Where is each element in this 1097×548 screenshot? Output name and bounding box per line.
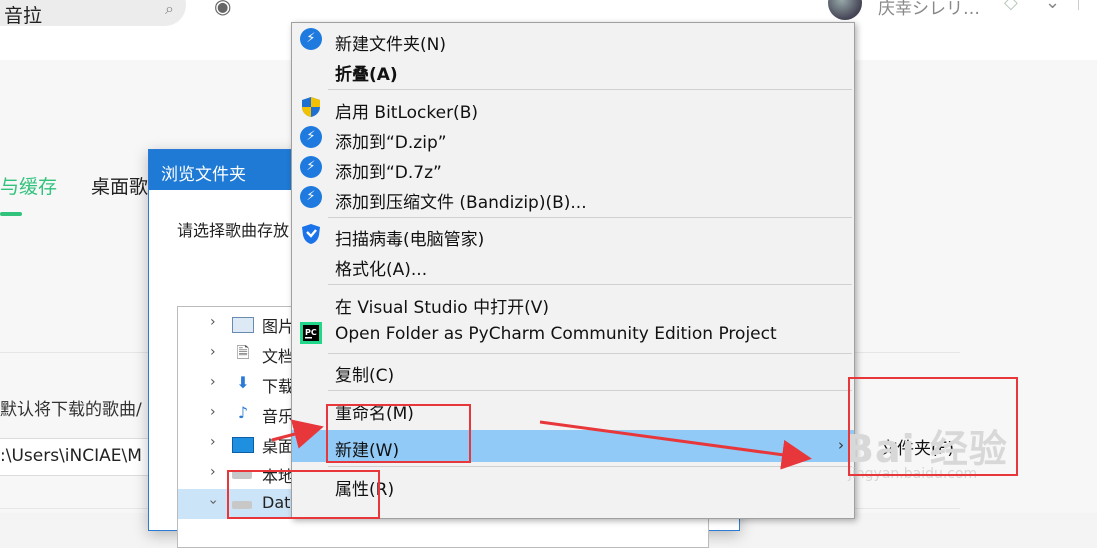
menu-separator [328,390,852,391]
search-icon[interactable]: ⌕ [165,0,174,19]
tencent-guard-icon [300,223,322,245]
tree-item-label: 文档 [262,347,295,366]
menu-item-format[interactable]: 格式化(A)... [292,250,854,280]
tab-indicator [0,212,22,216]
menu-separator [328,353,852,354]
menu-item-bitlocker[interactable]: 启用 BitLocker(B) [292,93,854,123]
download-hint-text: 默认将下载的歌曲/ [0,400,142,420]
chevron-right-icon[interactable]: › [210,464,216,480]
annotation-box-folder [848,377,1018,476]
menu-item-label: 添加到“D.7z” [335,163,442,183]
music-icon: ♪ [237,403,249,422]
tree-item-label: 音乐 [262,407,295,426]
menu-item-new-folder[interactable]: ⚡ 新建文件夹(N) [292,25,854,55]
download-icon: ⬇ [236,373,250,392]
menu-item-label: 启用 BitLocker(B) [335,103,478,123]
divider [1078,0,1079,10]
chevron-down-icon[interactable]: ⌄ [1045,0,1060,13]
menu-separator [328,284,852,285]
menu-item-add-7z[interactable]: ⚡ 添加到“D.7z” [292,153,854,183]
menu-separator [328,89,852,90]
menu-item-label: 格式化(A)... [335,260,428,280]
documents-icon: 🗎 [236,343,250,362]
menu-item-label: 添加到“D.zip” [335,133,447,153]
menu-item-label: Open Folder as PyCharm Community Edition… [335,324,777,344]
chevron-right-icon[interactable]: › [210,404,216,420]
download-path-value: :\Users\iNCIAE\M [0,446,142,466]
menu-item-add-archive[interactable]: ⚡ 添加到压缩文件 (Bandizip)(B)... [292,183,854,213]
tab-cache[interactable]: 与缓存 [0,172,57,199]
bandizip-icon: ⚡ [300,126,322,148]
tab-desktop-lyrics[interactable]: 桌面歌 [91,172,148,199]
menu-item-label: 在 Visual Studio 中打开(V) [335,298,550,318]
pictures-icon [232,317,254,333]
bandizip-icon: ⚡ [300,186,322,208]
location-pin-icon[interactable]: ◉ [214,0,231,18]
menu-item-label: 折叠(A) [335,65,398,85]
annotation-box-data-drive [227,470,380,519]
menu-item-label: 添加到压缩文件 (Bandizip)(B)... [335,193,587,213]
menu-item-add-zip[interactable]: ⚡ 添加到“D.zip” [292,123,854,153]
menu-item-copy[interactable]: 复制(C) [292,356,854,386]
chevron-right-icon[interactable]: › [210,434,216,450]
menu-separator [328,466,852,467]
menu-item-scan-virus[interactable]: 扫描病毒(电脑管家) [292,220,854,250]
menu-item-label: 新建文件夹(N) [335,35,446,55]
chevron-right-icon[interactable]: › [210,344,216,360]
tree-item-label: 桌面 [262,437,295,456]
menu-item-open-pycharm[interactable]: PC Open Folder as PyCharm Community Edit… [292,319,854,349]
desktop-icon [232,437,254,453]
chevron-right-icon: › [838,436,844,454]
dialog-title: 浏览文件夹 [161,165,246,185]
pycharm-icon: PC [300,322,322,344]
diamond-icon[interactable]: ◇ [1004,0,1018,13]
chevron-right-icon[interactable]: › [210,374,216,390]
dialog-prompt: 请选择歌曲存放 [177,221,290,240]
bandizip-icon: ⚡ [300,28,322,50]
menu-separator [328,217,852,218]
menu-item-collapse[interactable]: 折叠(A) [292,55,854,85]
menu-item-label: 扫描病毒(电脑管家) [335,230,485,250]
username[interactable]: 庆幸シレリ… [878,0,980,19]
bandizip-icon: ⚡ [300,156,322,178]
shield-icon [300,96,322,118]
chevron-down-icon[interactable]: › [205,499,221,505]
svg-text:PC: PC [305,328,317,337]
tree-item-label: 下载 [262,377,295,396]
tree-item-label: 图片 [262,317,295,336]
search-box[interactable]: 音拉 ⌕ [0,0,186,28]
avatar[interactable] [828,0,862,20]
search-input[interactable]: 音拉 [4,1,42,28]
chevron-right-icon[interactable]: › [210,314,216,330]
annotation-box-new [326,404,471,463]
menu-item-open-vs[interactable]: 在 Visual Studio 中打开(V) [292,288,854,318]
menu-item-label: 复制(C) [335,366,395,386]
